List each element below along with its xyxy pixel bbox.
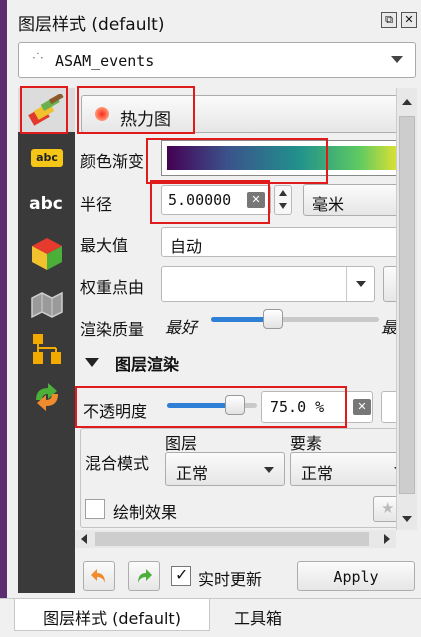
blend-feature-header: 要素 <box>290 434 323 453</box>
actions-icon <box>36 383 58 411</box>
layer-rendering-title: 图层渲染 <box>115 355 180 374</box>
chevron-down-icon[interactable] <box>391 56 403 63</box>
diagrams-icon <box>31 291 63 318</box>
chevron-down-icon[interactable] <box>356 281 366 287</box>
fields-icon <box>33 334 61 364</box>
close-icon[interactable]: ✕ <box>401 12 417 28</box>
renderer-value: 热力图 <box>120 110 171 130</box>
max-value-input[interactable]: 自动 <box>161 227 396 257</box>
clear-icon[interactable]: ✕ <box>247 192 265 208</box>
star-icon: ★ <box>381 499 395 517</box>
scroll-thumb[interactable] <box>95 532 369 546</box>
masks-icon: abc <box>29 194 63 214</box>
panel-titlebar[interactable]: 图层样式 (default) ⧉ ✕ <box>7 0 421 36</box>
tab-layer-styling[interactable]: 图层样式 (default) <box>14 599 210 631</box>
apply-button-label: Apply <box>333 568 379 586</box>
tab-toolbox[interactable]: 工具箱 <box>212 599 304 631</box>
sidebar-item-masks[interactable]: abc <box>28 192 64 224</box>
clear-icon[interactable]: ✕ <box>353 399 371 415</box>
sidebar-item-actions[interactable] <box>28 382 64 414</box>
float-panel-icon[interactable]: ⧉ <box>381 12 397 28</box>
blend-feature-value: 正常 <box>301 464 334 483</box>
blend-layer-header: 图层 <box>165 434 198 453</box>
renderer-dropdown[interactable]: 热力图 <box>81 95 396 133</box>
opacity-value: 75.0 % <box>270 398 325 416</box>
spin-up-icon[interactable] <box>279 190 287 196</box>
style-sidebar: abc abc <box>18 88 75 593</box>
apply-button[interactable]: Apply <box>297 561 415 591</box>
panel-left-edge <box>0 0 7 637</box>
radius-input[interactable]: 5.00000 ✕ <box>161 185 271 215</box>
quality-left-label: 最好 <box>165 318 198 337</box>
checkmark-icon: ✓ <box>175 565 189 584</box>
weight-label: 权重点由 <box>80 278 145 297</box>
dock-tab-bar: 图层样式 (default) 工具箱 <box>0 598 421 637</box>
blend-layer-dropdown[interactable]: 正常 <box>165 452 285 486</box>
vertical-scrollbar[interactable] <box>396 88 417 530</box>
scroll-up-icon[interactable] <box>402 99 412 105</box>
radius-unit-dropdown[interactable]: 毫米 <box>303 184 396 216</box>
chevron-down-icon[interactable] <box>264 467 274 473</box>
blend-layer-value: 正常 <box>176 464 209 483</box>
sidebar-item-symbology[interactable] <box>18 88 75 132</box>
opacity-slider-handle[interactable] <box>225 395 245 415</box>
layer-rendering-header[interactable]: 图层渲染 <box>75 346 396 378</box>
opacity-label: 不透明度 <box>83 402 148 421</box>
quality-label: 渲染质量 <box>80 320 145 339</box>
style-content: 热力图 颜色渐变 半径 5.00000 ✕ 毫米 最大值 自动 权重点由 渲染质… <box>75 88 396 558</box>
panel-title: 图层样式 (default) <box>18 15 165 35</box>
collapse-arrow-icon[interactable] <box>85 358 99 367</box>
quality-right-label: 最 <box>381 318 396 337</box>
draw-effects-label: 绘制效果 <box>113 503 178 522</box>
symbology-brush-icon <box>28 94 64 126</box>
combo-divider <box>346 267 347 301</box>
radius-unit-value: 毫米 <box>312 195 345 214</box>
color-ramp-label: 颜色渐变 <box>80 152 145 171</box>
radius-spinner[interactable] <box>274 185 292 215</box>
blend-mode-label: 混合模式 <box>85 454 150 473</box>
sidebar-item-fields[interactable] <box>28 332 64 370</box>
weight-expression-button[interactable] <box>383 266 396 302</box>
heatmap-icon <box>95 107 109 121</box>
layer-selector-value: ASAM_events <box>55 52 155 70</box>
draw-effects-customize-button[interactable]: ★ <box>373 496 396 522</box>
max-value-label: 最大值 <box>80 236 129 255</box>
layer-selector[interactable]: ·˙· ASAM_events <box>18 42 416 78</box>
undo-icon <box>91 569 105 583</box>
sidebar-item-3d[interactable] <box>28 236 64 274</box>
redo-icon <box>138 569 152 583</box>
sidebar-item-diagrams[interactable] <box>28 288 64 320</box>
scroll-thumb[interactable] <box>399 116 415 494</box>
radius-value: 5.00000 <box>168 191 232 209</box>
live-update-checkbox[interactable]: ✓ <box>171 565 191 586</box>
3d-view-icon <box>32 238 62 270</box>
blend-feature-dropdown[interactable]: 正常 <box>290 452 396 486</box>
max-value-value: 自动 <box>170 237 203 256</box>
spin-down-icon[interactable] <box>279 203 287 209</box>
scroll-right-icon[interactable] <box>384 534 390 544</box>
tab-label: 工具箱 <box>233 609 282 628</box>
sidebar-item-labels[interactable]: abc <box>28 146 64 178</box>
radius-label: 半径 <box>80 195 113 214</box>
weight-field-combo[interactable] <box>161 266 375 302</box>
color-ramp-preview <box>167 146 396 170</box>
scroll-down-icon[interactable] <box>402 516 412 522</box>
labels-icon: abc <box>31 149 63 167</box>
undo-button[interactable] <box>83 561 115 591</box>
point-layer-icon: ·˙· <box>32 51 44 65</box>
horizontal-scrollbar[interactable] <box>75 530 396 548</box>
tab-label: 图层样式 (default) <box>43 609 181 628</box>
draw-effects-checkbox[interactable] <box>85 499 105 519</box>
quality-slider-handle[interactable] <box>263 309 283 329</box>
scroll-left-icon[interactable] <box>81 534 87 544</box>
color-ramp-button[interactable] <box>161 140 396 176</box>
opacity-spinner[interactable] <box>381 391 396 423</box>
redo-button[interactable] <box>128 561 160 591</box>
live-update-label: 实时更新 <box>198 570 263 589</box>
